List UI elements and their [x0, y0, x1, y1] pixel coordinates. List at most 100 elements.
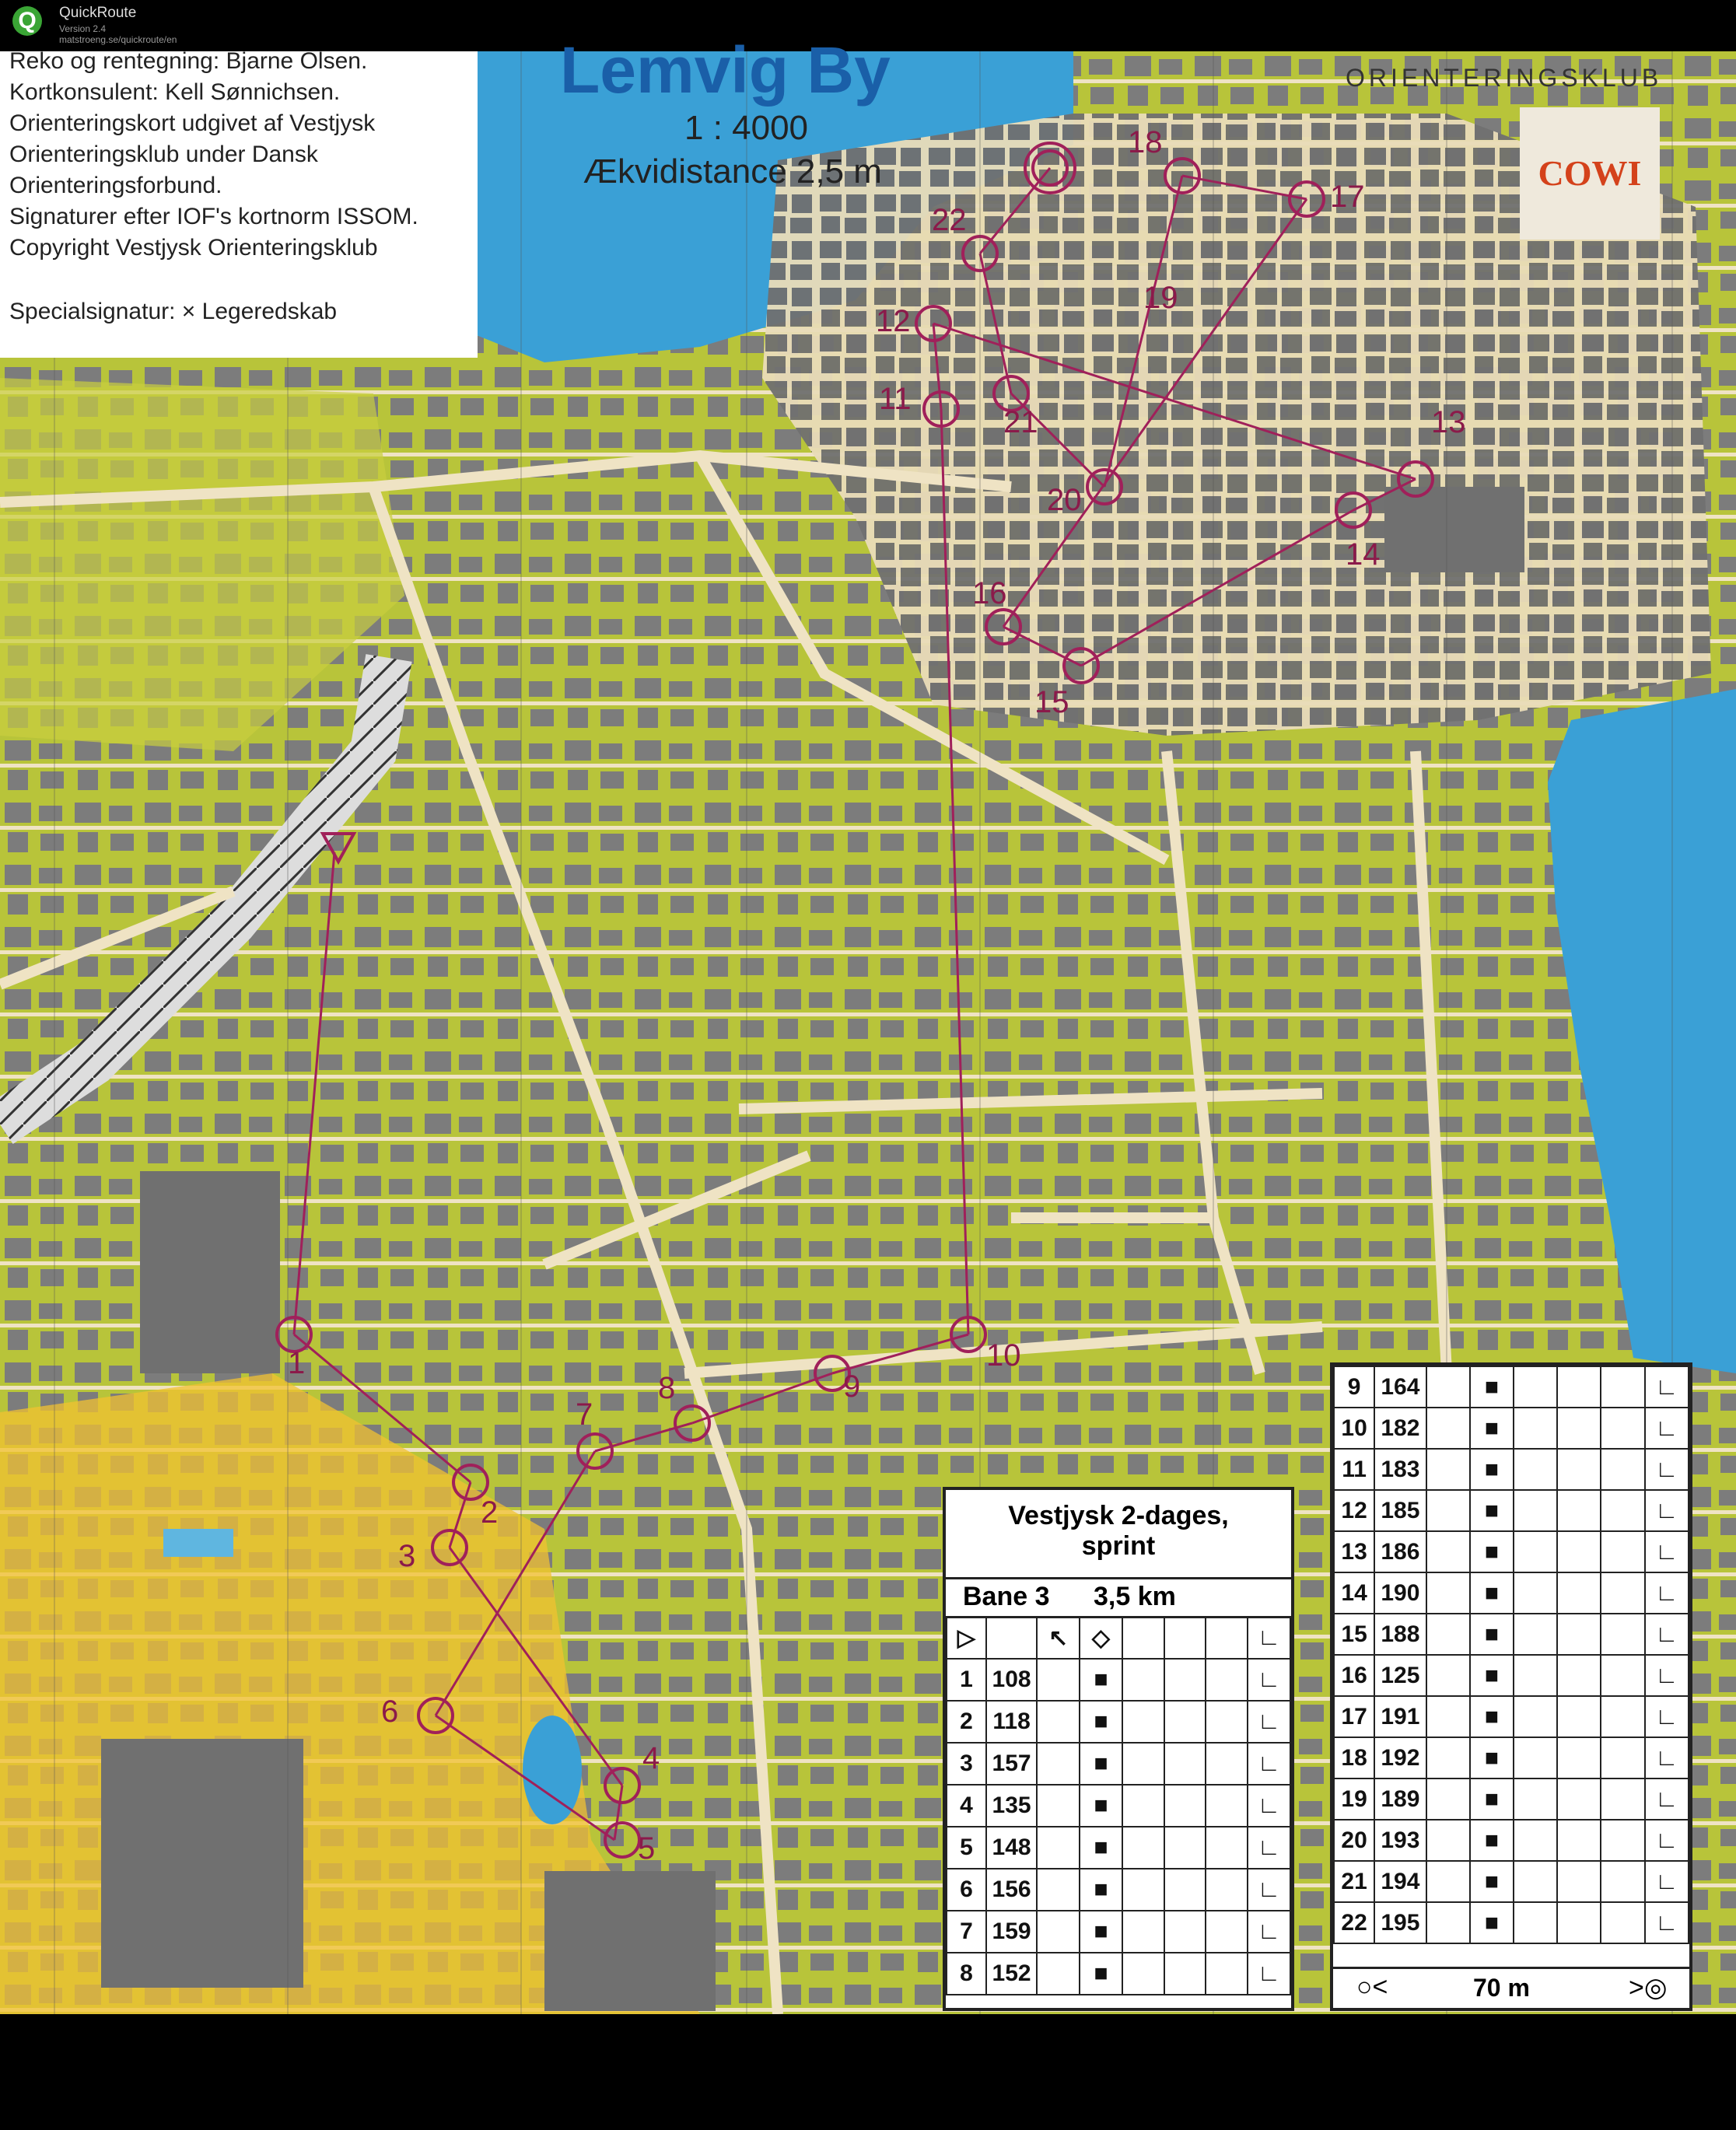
description-cell: ∟: [1643, 1737, 1690, 1779]
control-code: 157: [985, 1742, 1038, 1785]
description-cell: ■: [1079, 1826, 1123, 1869]
description-cell: [1121, 1868, 1165, 1911]
control-row: 10 182 ■ ∟: [1332, 1407, 1690, 1450]
description-cell: [1600, 1489, 1646, 1532]
event-title: Vestjysk 2-dages,: [1008, 1501, 1229, 1530]
control-row: 7 159 ■ ∟: [946, 1910, 1292, 1953]
description-cell: [1205, 1910, 1248, 1953]
description-cell: ∟: [1643, 1448, 1690, 1491]
control-label: 2: [481, 1495, 498, 1530]
description-cell: ■: [1079, 1700, 1123, 1744]
info-line: Orienteringskort udgivet af Vestjysk: [9, 110, 376, 136]
description-cell: [1425, 1778, 1471, 1820]
control-number: 4: [946, 1784, 987, 1827]
description-cell: [1556, 1901, 1602, 1944]
description-cell: [1425, 1448, 1471, 1491]
description-cell: ∟: [1246, 1616, 1292, 1660]
description-cell: ∟: [1643, 1654, 1690, 1697]
club-logo-text: ORIENTERINGSKLUB: [1346, 64, 1663, 92]
description-cell: [1512, 1695, 1559, 1738]
control-label: 11: [879, 382, 912, 416]
control-label: 15: [1034, 685, 1069, 719]
quickroute-logo-icon: Q: [12, 6, 42, 36]
control-number: 8: [946, 1952, 987, 1995]
description-cell: [1600, 1407, 1646, 1450]
control-label: 8: [658, 1371, 675, 1405]
description-cell: ■: [1468, 1819, 1514, 1862]
control-label: 21: [1003, 405, 1038, 439]
description-cell: ■: [1468, 1737, 1514, 1779]
description-cell: [1512, 1654, 1559, 1697]
description-cell: [1512, 1901, 1559, 1944]
control-number: 12: [1332, 1489, 1376, 1532]
pond: [523, 1716, 582, 1824]
description-cell: [1600, 1860, 1646, 1903]
description-cell: [1556, 1530, 1602, 1573]
description-cell: ■: [1079, 1742, 1123, 1785]
control-code: 188: [1374, 1613, 1427, 1656]
control-code: 108: [985, 1658, 1038, 1702]
description-cell: [1512, 1407, 1559, 1450]
info-line: Reko og rentegning: Bjarne Olsen.: [9, 48, 368, 74]
control-number: 17: [1332, 1695, 1376, 1738]
control-number: 10: [1332, 1407, 1376, 1450]
control-label: 1: [288, 1346, 305, 1380]
control-number: 13: [1332, 1530, 1376, 1573]
control-label: 9: [843, 1369, 860, 1404]
description-cell: [1205, 1826, 1248, 1869]
description-cell: [1205, 1868, 1248, 1911]
control-label: 14: [1346, 537, 1381, 572]
control-code: 164: [1374, 1366, 1427, 1408]
control-code: 182: [1374, 1407, 1427, 1450]
course-info-row: Bane 3 3,5 km: [946, 1577, 1291, 1618]
control-label: 16: [972, 576, 1007, 610]
description-cell: ■: [1079, 1784, 1123, 1827]
map-equidistance: Ækvidistance 2,5 m: [583, 152, 882, 191]
control-row: 5 148 ■ ∟: [946, 1826, 1292, 1869]
description-cell: ■: [1468, 1366, 1514, 1408]
description-cell: [1036, 1700, 1081, 1744]
description-cell: [1512, 1530, 1559, 1573]
control-number: 11: [1332, 1448, 1376, 1491]
control-code: 156: [985, 1868, 1038, 1911]
description-cell: [1512, 1489, 1559, 1532]
control-code: 185: [1374, 1489, 1427, 1532]
description-cell: ∟: [1246, 1742, 1292, 1785]
control-row: 1 108 ■ ∟: [946, 1658, 1292, 1702]
control-row: 18 192 ■ ∟: [1332, 1737, 1690, 1779]
control-code: 159: [985, 1910, 1038, 1953]
description-cell: [1121, 1658, 1165, 1702]
large-building: [1384, 487, 1524, 572]
description-cell: ■: [1079, 1952, 1123, 1995]
description-cell: [1512, 1737, 1559, 1779]
control-row: 15 188 ■ ∟: [1332, 1613, 1690, 1656]
description-cell: ∟: [1246, 1868, 1292, 1911]
description-cell: [1600, 1654, 1646, 1697]
control-row: 3 157 ■ ∟: [946, 1742, 1292, 1785]
control-number: 19: [1332, 1778, 1376, 1820]
finish-start-icon: ○<: [1356, 1972, 1388, 2002]
control-label: 22: [932, 203, 967, 237]
control-row: 4 135 ■ ∟: [946, 1784, 1292, 1827]
description-cell: ∟: [1643, 1695, 1690, 1738]
description-cell: ■: [1468, 1407, 1514, 1450]
description-cell: ∟: [1643, 1489, 1690, 1532]
control-code: 135: [985, 1784, 1038, 1827]
control-number: 5: [946, 1826, 987, 1869]
description-cell: [1512, 1572, 1559, 1614]
map-title: Lemvig By: [560, 33, 891, 107]
control-label: 18: [1128, 125, 1163, 159]
description-cell: ∟: [1643, 1819, 1690, 1862]
description-cell: ■: [1468, 1901, 1514, 1944]
description-cell: [1556, 1695, 1602, 1738]
description-cell: [1205, 1784, 1248, 1827]
description-cell: [1205, 1742, 1248, 1785]
app-url[interactable]: matstroeng.se/quickroute/en: [59, 34, 177, 45]
control-number: 1: [946, 1658, 987, 1702]
control-code: 186: [1374, 1530, 1427, 1573]
start-row: ▷ ↖ ◇ ∟: [946, 1616, 1292, 1660]
description-cell: [1512, 1860, 1559, 1903]
description-cell: [1600, 1448, 1646, 1491]
description-cell: [985, 1616, 1038, 1660]
control-code: 189: [1374, 1778, 1427, 1820]
